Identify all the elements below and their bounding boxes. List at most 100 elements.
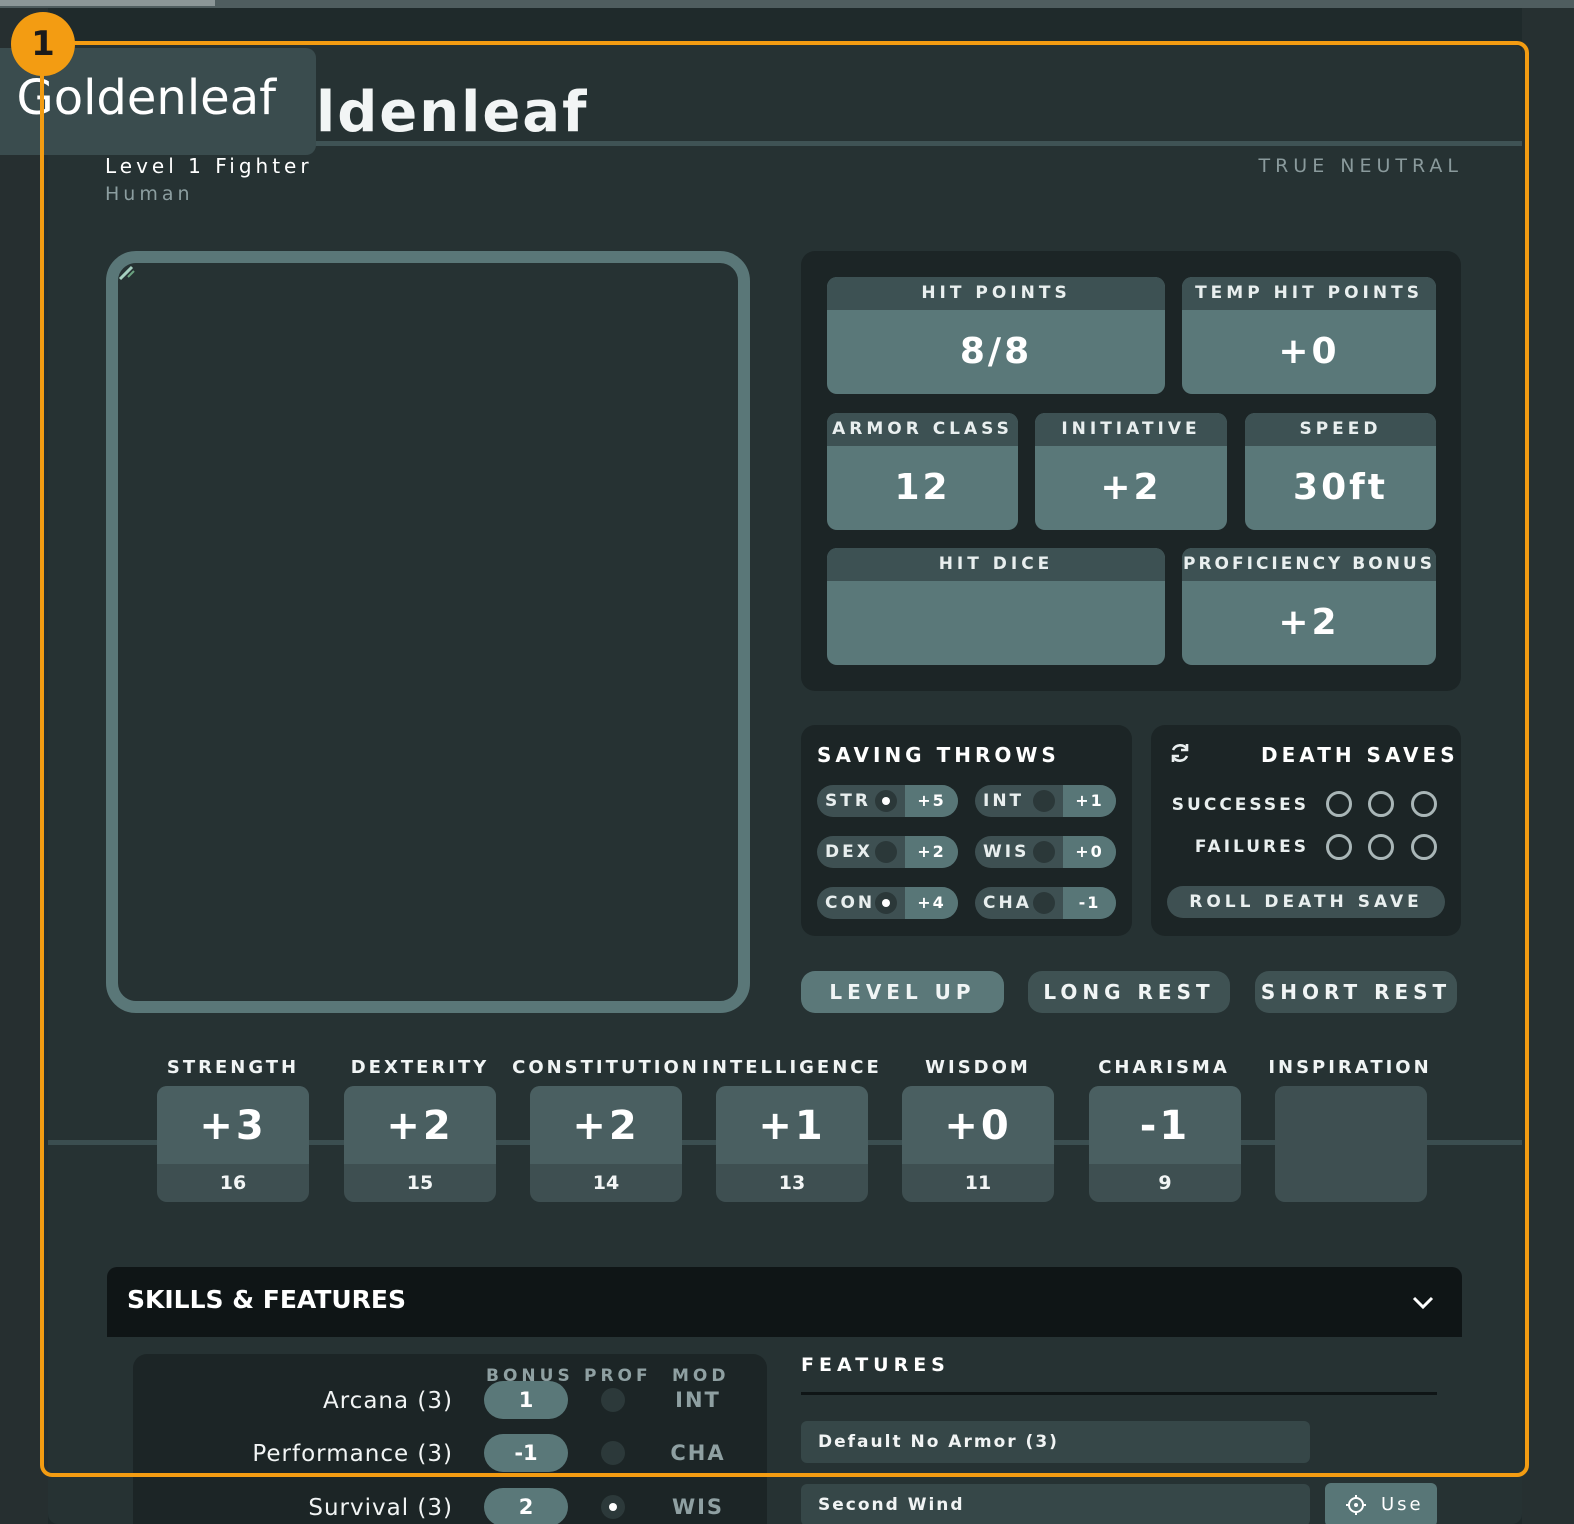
character-name[interactable]: ldenleaf <box>316 80 588 145</box>
ability-strength[interactable]: +3 16 <box>157 1086 309 1202</box>
race: Human <box>105 183 194 205</box>
crosshair-icon <box>1346 1495 1366 1515</box>
right-backdrop <box>1522 8 1574 1524</box>
tooltip-text: a Goldenleaf <box>0 70 276 126</box>
ability-score: 14 <box>592 1172 620 1194</box>
hit-points-value: 8/8 <box>959 331 1033 372</box>
saving-throw-mod: -1 <box>1063 887 1116 919</box>
refresh-icon[interactable] <box>1168 741 1192 765</box>
saving-throw-int[interactable]: INT +1 <box>975 785 1116 817</box>
saving-throws-panel: SAVING THROWS STR +5 INT +1 DEX +2 WIS +… <box>801 725 1132 936</box>
skill-name: Performance (3) <box>252 1441 453 1467</box>
armor-class-box[interactable]: ARMOR CLASS 12 <box>827 413 1018 530</box>
saving-throw-ability: CHA <box>983 893 1032 913</box>
use-button-label: Use <box>1381 1494 1424 1515</box>
hit-points-box[interactable]: HIT POINTS 8/8 <box>827 277 1165 394</box>
failure-checkbox[interactable] <box>1411 834 1437 860</box>
proficiency-dot[interactable] <box>875 790 897 812</box>
success-checkbox[interactable] <box>1326 791 1352 817</box>
title-divider <box>308 141 1522 146</box>
saving-throw-wis[interactable]: WIS +0 <box>975 836 1116 868</box>
temp-hit-points-box[interactable]: TEMP HIT POINTS +0 <box>1182 277 1436 394</box>
ability-label-dexterity: DEXTERITY <box>350 1057 490 1078</box>
temp-hit-points-label: TEMP HIT POINTS <box>1182 277 1436 310</box>
ability-modifier: +2 <box>344 1086 496 1164</box>
skill-proficiency-dot[interactable] <box>601 1495 625 1519</box>
mod-column-header: MOD <box>672 1366 730 1386</box>
saving-throw-con[interactable]: CON +4 <box>817 887 958 919</box>
skill-proficiency-dot[interactable] <box>601 1441 625 1465</box>
success-checkbox[interactable] <box>1411 791 1437 817</box>
short-rest-button[interactable]: SHORT REST <box>1255 971 1457 1013</box>
proficiency-dot[interactable] <box>1033 790 1055 812</box>
skills-features-title: SKILLS & FEATURES <box>127 1285 407 1314</box>
portrait-frame[interactable] <box>106 251 750 1013</box>
roll-death-save-button[interactable]: ROLL DEATH SAVE <box>1167 886 1445 918</box>
features-title: FEATURES <box>801 1354 950 1376</box>
ability-label-charisma: CHARISMA <box>1098 1057 1230 1078</box>
level-up-button[interactable]: LEVEL UP <box>801 971 1004 1013</box>
combat-stats-panel: HIT POINTS 8/8 TEMP HIT POINTS +0 ARMOR … <box>801 251 1461 691</box>
ability-charisma[interactable]: -1 9 <box>1089 1086 1241 1202</box>
use-feature-button[interactable]: Use <box>1325 1483 1437 1524</box>
feature-item[interactable]: Default No Armor (3) <box>801 1421 1310 1463</box>
skill-bonus[interactable]: 2 <box>484 1488 568 1524</box>
saving-throw-ability: WIS <box>983 842 1030 862</box>
highlight-badge: 1 <box>11 12 75 76</box>
proficiency-dot[interactable] <box>1033 841 1055 863</box>
initiative-box[interactable]: INITIATIVE +2 <box>1035 413 1227 530</box>
ability-label-strength: STRENGTH <box>166 1057 300 1078</box>
ability-score: 16 <box>219 1172 247 1194</box>
ability-modifier: +2 <box>530 1086 682 1164</box>
skill-name: Survival (3) <box>308 1495 453 1521</box>
ability-intelligence[interactable]: +1 13 <box>716 1086 868 1202</box>
speed-box[interactable]: SPEED 30ft <box>1245 413 1436 530</box>
long-rest-button[interactable]: LONG REST <box>1028 971 1230 1013</box>
skills-features-header[interactable]: SKILLS & FEATURES <box>107 1267 1462 1337</box>
saving-throw-mod: +2 <box>905 836 958 868</box>
feature-item[interactable]: Second Wind <box>801 1484 1310 1524</box>
inspiration-box[interactable] <box>1275 1086 1427 1202</box>
temp-hit-points-value: +0 <box>1278 331 1340 372</box>
ability-label-wisdom: WISDOM <box>925 1057 1031 1078</box>
initiative-value: +2 <box>1100 467 1162 508</box>
saving-throw-cha[interactable]: CHA -1 <box>975 887 1116 919</box>
ability-constitution[interactable]: +2 14 <box>530 1086 682 1202</box>
ability-wisdom[interactable]: +0 11 <box>902 1086 1054 1202</box>
skill-name: Arcana (3) <box>323 1388 453 1414</box>
ability-label-inspiration: INSPIRATION <box>1268 1057 1432 1078</box>
speed-label: SPEED <box>1245 413 1436 446</box>
saving-throw-dex[interactable]: DEX +2 <box>817 836 958 868</box>
chevron-down-icon[interactable] <box>1410 1289 1436 1315</box>
success-checkbox[interactable] <box>1368 791 1394 817</box>
skill-bonus[interactable]: -1 <box>484 1434 568 1472</box>
saving-throw-mod: +5 <box>905 785 958 817</box>
left-backdrop <box>0 8 48 1524</box>
failure-checkbox[interactable] <box>1326 834 1352 860</box>
ability-modifier: +0 <box>902 1086 1054 1164</box>
hit-dice-label: HIT DICE <box>827 548 1165 581</box>
failure-checkbox[interactable] <box>1368 834 1394 860</box>
top-tab[interactable] <box>0 0 215 6</box>
hit-dice-box[interactable]: HIT DICE <box>827 548 1165 665</box>
speed-value: 30ft <box>1293 467 1388 508</box>
proficiency-bonus-label: PROFICIENCY BONUS <box>1182 548 1436 581</box>
successes-label: SUCCESSES <box>1171 795 1309 815</box>
proficiency-bonus-box[interactable]: PROFICIENCY BONUS +2 <box>1182 548 1436 665</box>
skill-mod: CHA <box>670 1441 726 1465</box>
ability-label-constitution: CONSTITUTION <box>512 1057 700 1078</box>
proficiency-dot[interactable] <box>1033 892 1055 914</box>
proficiency-dot[interactable] <box>875 892 897 914</box>
skills-list: BONUS PROF MOD Arcana (3) 1 INT Performa… <box>133 1354 767 1524</box>
skill-bonus[interactable]: 1 <box>484 1381 568 1419</box>
skill-proficiency-dot[interactable] <box>601 1388 625 1412</box>
failures-label: FAILURES <box>1194 837 1309 857</box>
saving-throw-str[interactable]: STR +5 <box>817 785 958 817</box>
proficiency-bonus-value: +2 <box>1278 602 1340 643</box>
ability-score: 9 <box>1158 1172 1172 1194</box>
ability-dexterity[interactable]: +2 15 <box>344 1086 496 1202</box>
initiative-label: INITIATIVE <box>1035 413 1227 446</box>
death-saves-title: DEATH SAVES <box>1261 743 1459 767</box>
proficiency-dot[interactable] <box>875 841 897 863</box>
saving-throw-ability: STR <box>825 791 871 811</box>
